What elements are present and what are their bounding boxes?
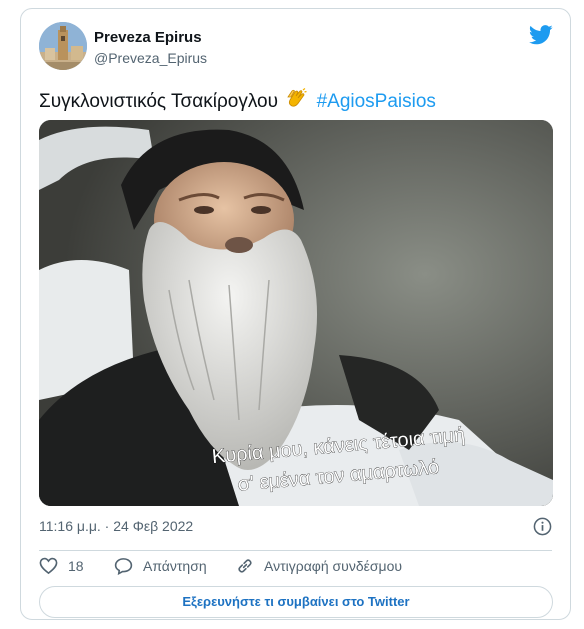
link-icon <box>238 559 252 573</box>
clapping-hands-icon <box>285 88 307 116</box>
like-button[interactable]: 18 <box>39 557 84 575</box>
tweet-text: Συγκλονιστικός Τσακίρογλου #AgiosPaisios <box>39 88 436 116</box>
author-name[interactable]: Preveza Epirus <box>94 29 202 46</box>
copy-link-label: Αντιγραφή συνδέσμου <box>264 558 403 574</box>
twitter-bird-icon[interactable] <box>529 25 553 45</box>
tweet-image[interactable]: Κυρία μου, κάνεις τέτοια τιμή σ' εμένα τ… <box>39 120 553 506</box>
reply-label: Απάντηση <box>143 558 207 574</box>
heart-icon <box>39 557 58 575</box>
hashtag-link[interactable]: #AgiosPaisios <box>317 91 436 112</box>
copy-link-button[interactable]: Αντιγραφή συνδέσμου <box>236 557 402 575</box>
avatar[interactable] <box>39 22 87 70</box>
author-handle[interactable]: @Preveza_Epirus <box>94 50 207 66</box>
explore-twitter-button[interactable]: Εξερευνήστε τι συμβαίνει στο Twitter <box>39 586 553 618</box>
reply-button[interactable]: Απάντηση <box>114 557 207 575</box>
divider <box>39 550 552 551</box>
reply-bubble-icon <box>114 558 133 575</box>
tweet-body: Συγκλονιστικός Τσακίρογλου <box>39 91 279 112</box>
tweet-card: Preveza Epirus @Preveza_Epirus Συγκλονισ… <box>20 8 571 620</box>
info-icon[interactable] <box>533 517 552 536</box>
tweet-timestamp[interactable]: 11:16 μ.μ. · 24 Φεβ 2022 <box>39 518 193 534</box>
like-count: 18 <box>68 558 84 574</box>
tweet-image-graphic: Κυρία μου, κάνεις τέτοια τιμή σ' εμένα τ… <box>39 120 553 506</box>
